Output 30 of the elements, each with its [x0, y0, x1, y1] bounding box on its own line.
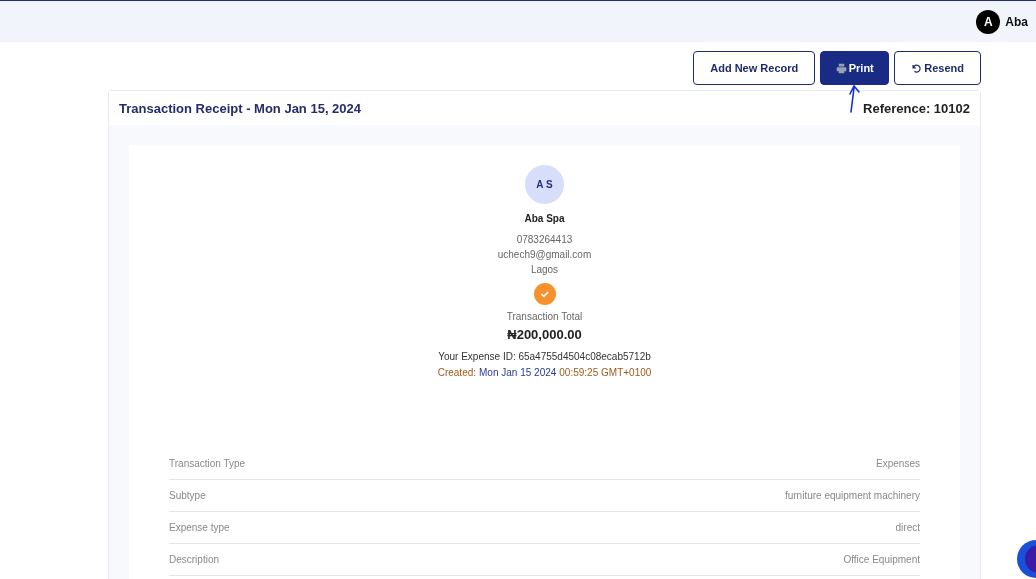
user-name[interactable]: Aba [1005, 14, 1028, 29]
email-address: uchech9@gmail.com [497, 249, 592, 260]
resend-button[interactable]: Resend [894, 51, 981, 85]
reference-number: Reference: 10102 [863, 100, 970, 116]
detail-value: direct [895, 522, 920, 533]
total-label: Transaction Total [506, 311, 583, 322]
detail-label: Description [169, 554, 220, 565]
customer-name: Aba Spa [524, 213, 565, 224]
printer-icon [835, 62, 847, 74]
detail-label: Subtype [169, 490, 206, 501]
created-label: Created: [437, 367, 477, 378]
undo-icon [911, 62, 923, 74]
user-avatar[interactable]: A [976, 9, 1001, 34]
created-time: 00:59:25 GMT+0100 [559, 367, 652, 378]
receipt-title: Transaction Receipt - Mon Jan 15, 2024 [119, 100, 362, 116]
add-record-button[interactable]: Add New Record [693, 51, 816, 85]
city-name: Lagos [530, 264, 559, 275]
total-amount: ₦200,000.00 [507, 327, 582, 342]
detail-label: Expense type [169, 522, 230, 533]
hand-drawn-arrow-drawing [848, 82, 862, 114]
created-date: Mon Jan 15 2024 [479, 367, 557, 378]
detail-label: Transaction Type [169, 458, 246, 469]
detail-value: furniture equipment machinery [784, 490, 920, 501]
expense-id: Your Expense ID: 65a4755d4504c08ecab5712b [438, 351, 651, 362]
detail-value: Expenses [876, 458, 920, 469]
print-button[interactable]: Print [820, 51, 890, 85]
check-icon [533, 283, 556, 305]
detail-value: Office Equipment [843, 554, 920, 565]
initials-avatar: A S [525, 165, 564, 204]
phone-number: 0783264413 [516, 234, 573, 245]
